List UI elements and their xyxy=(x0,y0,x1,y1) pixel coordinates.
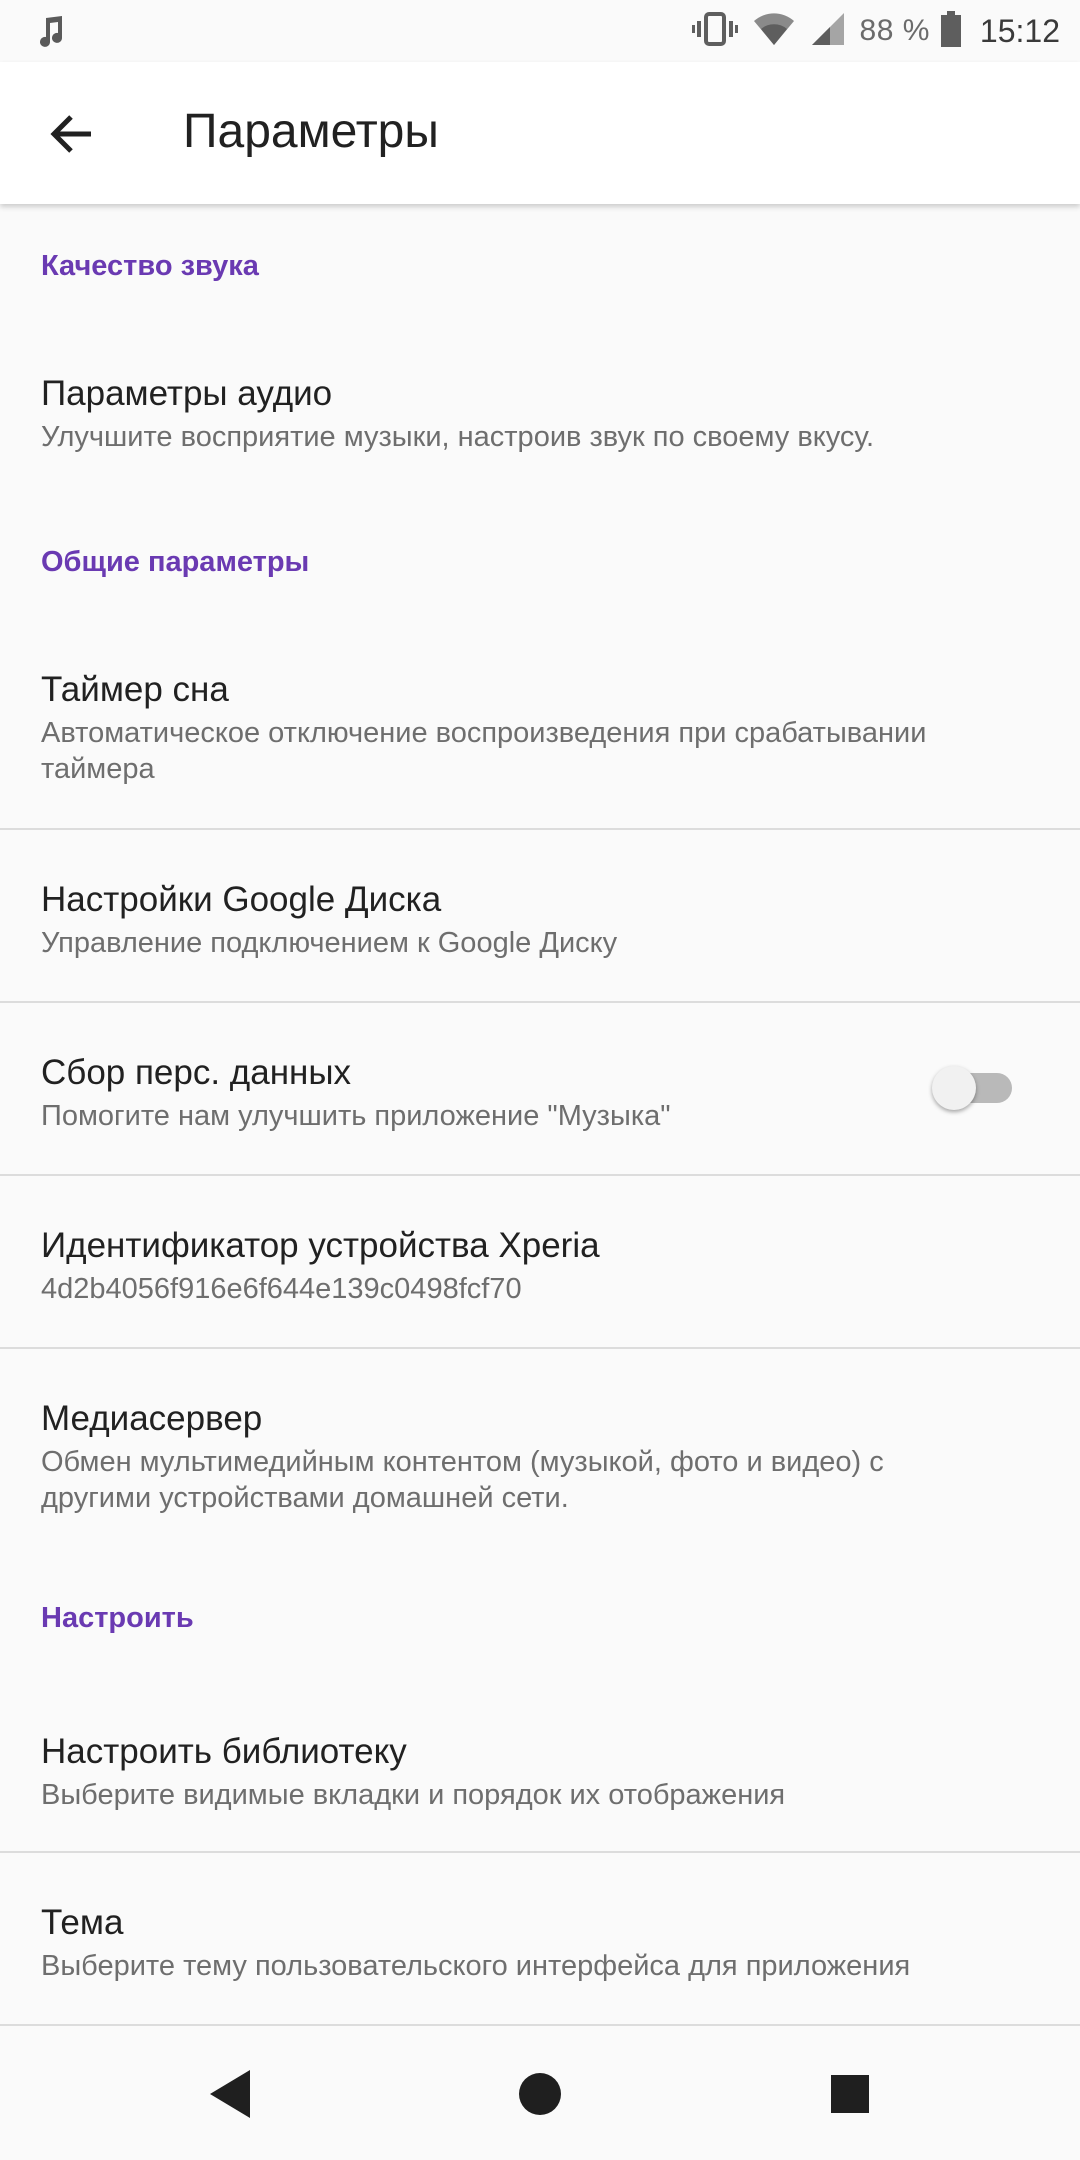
setting-title: Сбор перс. данных xyxy=(41,1053,352,1092)
setting-theme[interactable]: Тема Выберите тему пользовательского инт… xyxy=(0,1853,1080,2024)
setting-title: Тема xyxy=(41,1903,124,1942)
setting-sleep-timer[interactable]: Таймер сна Автоматическое отключение вос… xyxy=(0,650,1080,830)
divider xyxy=(0,2024,1080,2026)
setting-subtitle: Улучшите восприятие музыки, настроив зву… xyxy=(41,421,875,453)
signal-icon xyxy=(810,9,846,54)
app-bar: Параметры xyxy=(0,62,1080,204)
setting-subtitle: Обмен мультимедийным контентом (музыкой,… xyxy=(41,1446,884,1514)
square-recents-icon xyxy=(831,2075,869,2113)
nav-back-button[interactable] xyxy=(200,2064,260,2124)
vibrate-icon xyxy=(691,9,738,54)
setting-subtitle: Автоматическое отключение воспроизведени… xyxy=(41,717,927,785)
setting-subtitle: 4d2b4056f916e6f644e139c0498fcf70 xyxy=(41,1273,522,1305)
setting-data-collection[interactable]: Сбор перс. данных Помогите нам улучшить … xyxy=(0,1003,1080,1174)
navigation-bar xyxy=(0,2028,1080,2160)
setting-customize-library[interactable]: Настроить библиотеку Выберите видимые вк… xyxy=(0,1700,1080,1850)
setting-title: Настройки Google Диска xyxy=(41,880,442,919)
wifi-icon xyxy=(752,9,796,54)
setting-subtitle: Помогите нам улучшить приложение "Музыка… xyxy=(41,1100,671,1132)
setting-media-server[interactable]: Медиасервер Обмен мультимедийным контент… xyxy=(0,1349,1080,1529)
setting-subtitle: Выберите тему пользовательского интерфей… xyxy=(41,1950,911,1982)
setting-subtitle: Выберите видимые вкладки и порядок их от… xyxy=(41,1779,786,1811)
setting-title: Параметры аудио xyxy=(41,374,333,413)
triangle-back-icon xyxy=(210,2070,250,2118)
setting-subtitle: Управление подключением к Google Диску xyxy=(41,927,618,959)
setting-google-drive[interactable]: Настройки Google Диска Управление подклю… xyxy=(0,830,1080,1001)
music-note-icon xyxy=(30,12,70,52)
nav-recents-button[interactable] xyxy=(820,2064,880,2124)
setting-xperia-id[interactable]: Идентификатор устройства Xperia 4d2b4056… xyxy=(0,1176,1080,1347)
section-header-general: Общие параметры xyxy=(41,546,310,578)
data-collection-toggle[interactable] xyxy=(932,1066,1012,1110)
section-header-sound-quality: Качество звука xyxy=(41,250,259,282)
section-header-customize: Настроить xyxy=(41,1602,194,1634)
setting-title: Идентификатор устройства Xperia xyxy=(41,1226,600,1265)
battery-percent: 88 % xyxy=(859,14,930,47)
setting-title: Медиасервер xyxy=(41,1399,263,1438)
status-bar: 88 % 15:12 xyxy=(0,0,1080,62)
arrow-back-icon xyxy=(50,115,91,153)
nav-home-button[interactable] xyxy=(510,2064,570,2124)
toggle-knob xyxy=(932,1066,976,1110)
clock: 15:12 xyxy=(979,12,1060,49)
setting-title: Таймер сна xyxy=(41,670,229,709)
back-button[interactable] xyxy=(32,94,112,174)
setting-title: Настроить библиотеку xyxy=(41,1732,407,1771)
page-title: Параметры xyxy=(183,105,439,158)
setting-audio-parameters[interactable]: Параметры аудио Улучшите восприятие музы… xyxy=(0,354,1080,494)
battery-icon xyxy=(940,9,962,54)
circle-home-icon xyxy=(519,2073,561,2115)
